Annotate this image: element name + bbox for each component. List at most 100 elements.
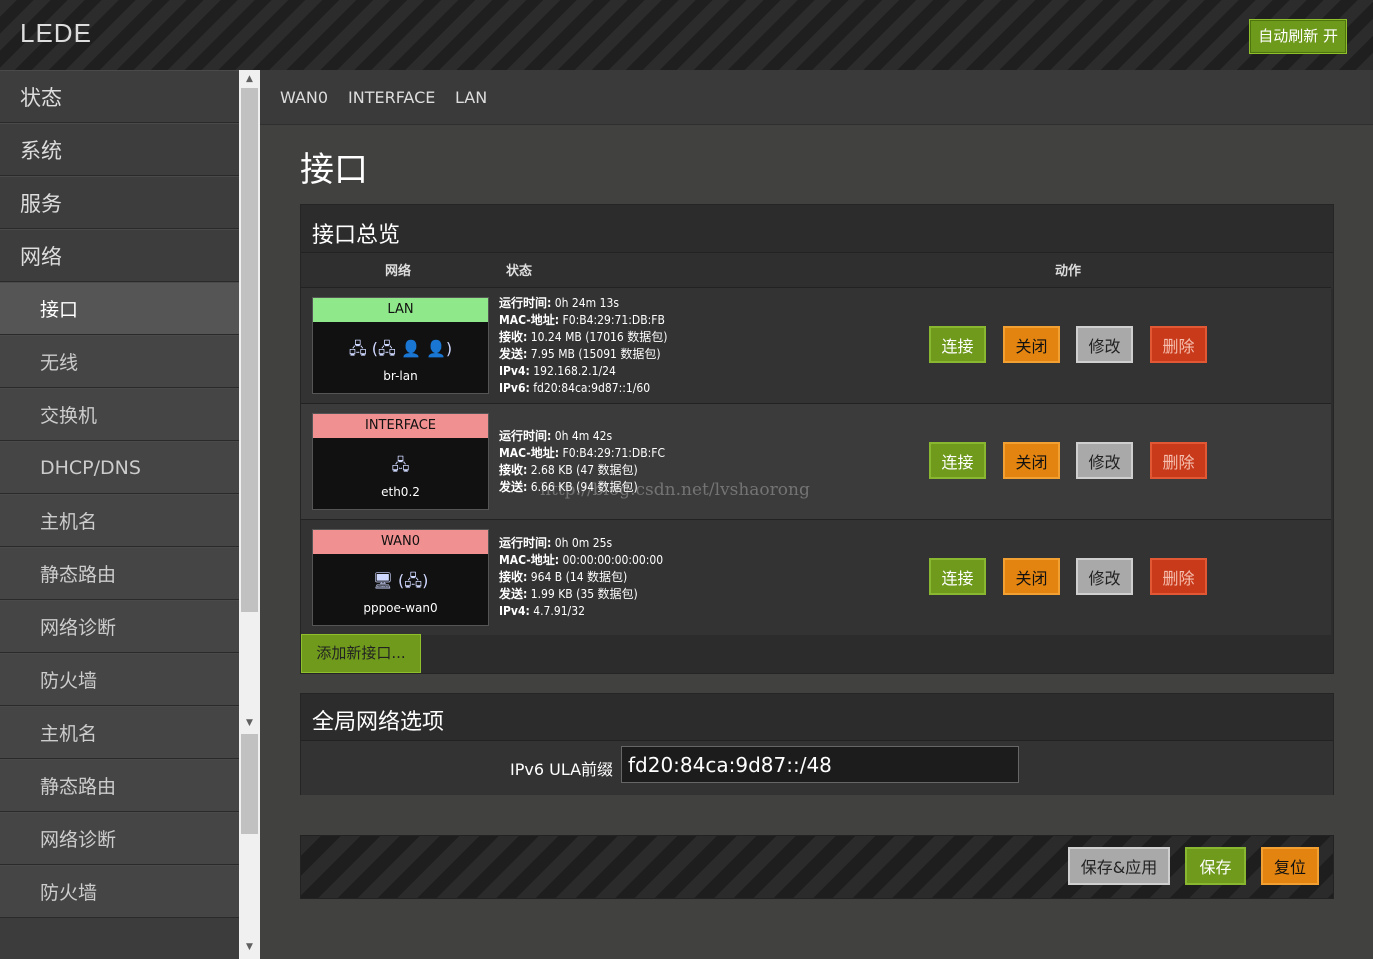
status-line: MAC-地址: F0:B4:29:71:DB:FB [499,312,667,329]
overview-title: 接口总览 [312,223,401,248]
sidebar-scrollbar[interactable]: ▲ ▼ ▼ [239,70,260,959]
connect-button[interactable]: 连接 [929,558,986,595]
network-device-icon: 🖧 (🖧 👤 👤) [348,339,453,358]
sidebar-item-8[interactable]: 主机名 [0,494,239,547]
interface-name: WAN0 [313,530,488,554]
status-key: 发送: [499,587,528,601]
delete-button[interactable]: 删除 [1150,442,1207,479]
auto-refresh-button[interactable]: 自动刷新 开 [1249,19,1347,54]
edit-button[interactable]: 修改 [1076,442,1133,479]
page-title: 接口 [300,150,368,190]
status-line: MAC-地址: F0:B4:29:71:DB:FC [499,445,665,462]
status-value: 0h 4m 42s [554,429,613,443]
status-key: 接收: [499,463,528,477]
sidebar-item-2[interactable]: 服务 [0,176,239,229]
status-key: 运行时间: [499,536,552,550]
stop-button[interactable]: 关闭 [1003,442,1060,479]
interface-badge: WAN0 🖥 (🖧) pppoe-wan0 [312,529,489,626]
table-header [301,252,1333,289]
sidebar-item-1[interactable]: 系统 [0,123,239,176]
save-button[interactable]: 保存 [1185,847,1246,885]
sidebar-item-0[interactable]: 状态 [0,70,239,123]
status-value: F0:B4:29:71:DB:FB [562,313,665,327]
interface-device: pppoe-wan0 [363,601,438,615]
status-line: 运行时间: 0h 0m 25s [499,535,663,552]
delete-button[interactable]: 删除 [1150,558,1207,595]
status-key: IPv4: [499,364,530,378]
status-value: 4.7.91/32 [533,604,585,618]
status-key: MAC-地址: [499,446,560,460]
status-value: 2.68 KB (47 数据包) [530,463,638,477]
status-key: MAC-地址: [499,313,560,327]
reset-button[interactable]: 复位 [1261,847,1319,885]
interface-badge: LAN 🖧 (🖧 👤 👤) br-lan [312,297,489,394]
sidebar-item-11[interactable]: 防火墙 [0,653,239,706]
interface-name: INTERFACE [313,414,488,438]
edit-button[interactable]: 修改 [1076,326,1133,363]
network-device-icon: 🖧 [391,455,410,474]
network-device-icon: 🖥 (🖧) [372,571,429,590]
status-key: 接收: [499,330,528,344]
status-value: 7.95 MB (15091 数据包) [530,347,661,361]
app-logo[interactable]: LEDE [20,18,92,49]
status-key: 发送: [499,480,528,494]
ula-prefix-label: IPv6 ULA前缀 [510,760,614,779]
tab-lan[interactable]: LAN [455,88,487,107]
status-line: 接收: 10.24 MB (17016 数据包) [499,329,667,346]
tab-interface[interactable]: INTERFACE [348,88,435,107]
status-line: 接收: 964 B (14 数据包) [499,569,663,586]
scroll-thumb-2[interactable] [241,734,258,834]
sidebar-item-9[interactable]: 静态路由 [0,547,239,600]
col-actions-header: 动作 [1055,264,1082,279]
status-line: 发送: 7.95 MB (15091 数据包) [499,346,667,363]
stop-button[interactable]: 关闭 [1003,558,1060,595]
interface-tabs: WAN0 INTERFACE LAN [260,70,1373,125]
sidebar-item-13[interactable]: 静态路由 [0,759,239,812]
interface-row: LAN 🖧 (🖧 👤 👤) br-lan 运行时间: 0h 24m 13s MAC-地址… [301,287,1331,403]
interface-status: 运行时间: 0h 0m 25s MAC-地址: 00:00:00:00:00:00… [499,535,663,620]
col-status-header: 状态 [506,264,533,279]
interface-device: br-lan [383,369,418,383]
delete-button[interactable]: 删除 [1150,326,1207,363]
sidebar-item-12[interactable]: 主机名 [0,706,239,759]
scroll-down-icon[interactable]: ▼ [239,714,260,732]
status-value: 10.24 MB (17016 数据包) [530,330,668,344]
interface-name: LAN [313,298,488,322]
sidebar-item-3[interactable]: 网络 [0,229,239,282]
status-key: MAC-地址: [499,553,560,567]
status-value: 192.168.2.1/24 [533,364,616,378]
status-value: 00:00:00:00:00:00 [562,553,664,567]
status-value: 0h 24m 13s [554,296,619,310]
stop-button[interactable]: 关闭 [1003,326,1060,363]
interface-badge: INTERFACE 🖧 eth0.2 [312,413,489,510]
status-key: 运行时间: [499,429,552,443]
scroll-up-icon[interactable]: ▲ [239,70,260,88]
sidebar: 状态 系统 服务 网络 接口 无线 交换机 DHCP/DNS 主机名 静态路由 网络诊断 防火墙 主机名… [0,70,239,959]
connect-button[interactable]: 连接 [929,442,986,479]
tab-wan0[interactable]: WAN0 [280,88,328,107]
sidebar-item-7[interactable]: DHCP/DNS [0,441,239,494]
status-line: 接收: 2.68 KB (47 数据包) [499,462,665,479]
scroll-thumb[interactable] [241,88,258,612]
sidebar-item-6[interactable]: 交换机 [0,388,239,441]
col-network-header: 网络 [385,264,412,279]
status-line: 发送: 1.99 KB (35 数据包) [499,586,663,603]
status-value: fd20:84ca:9d87::1/60 [533,381,651,395]
sidebar-item-5[interactable]: 无线 [0,335,239,388]
sidebar-item-10[interactable]: 网络诊断 [0,600,239,653]
status-key: 接收: [499,570,528,584]
scroll-down-icon-2[interactable]: ▼ [239,938,260,956]
status-value: F0:B4:29:71:DB:FC [562,446,666,460]
status-value: 0h 0m 25s [554,536,613,550]
global-options-title: 全局网络选项 [312,710,445,735]
status-value: 964 B (14 数据包) [530,570,628,584]
sidebar-item-15[interactable]: 防火墙 [0,865,239,918]
edit-button[interactable]: 修改 [1076,558,1133,595]
sidebar-item-4[interactable]: 接口 [0,282,239,335]
ula-prefix-input[interactable] [621,746,1019,783]
connect-button[interactable]: 连接 [929,326,986,363]
save-apply-button[interactable]: 保存&应用 [1068,847,1170,885]
sidebar-item-14[interactable]: 网络诊断 [0,812,239,865]
footer-action-bar [300,835,1334,899]
add-interface-button[interactable]: 添加新接口... [301,634,421,673]
